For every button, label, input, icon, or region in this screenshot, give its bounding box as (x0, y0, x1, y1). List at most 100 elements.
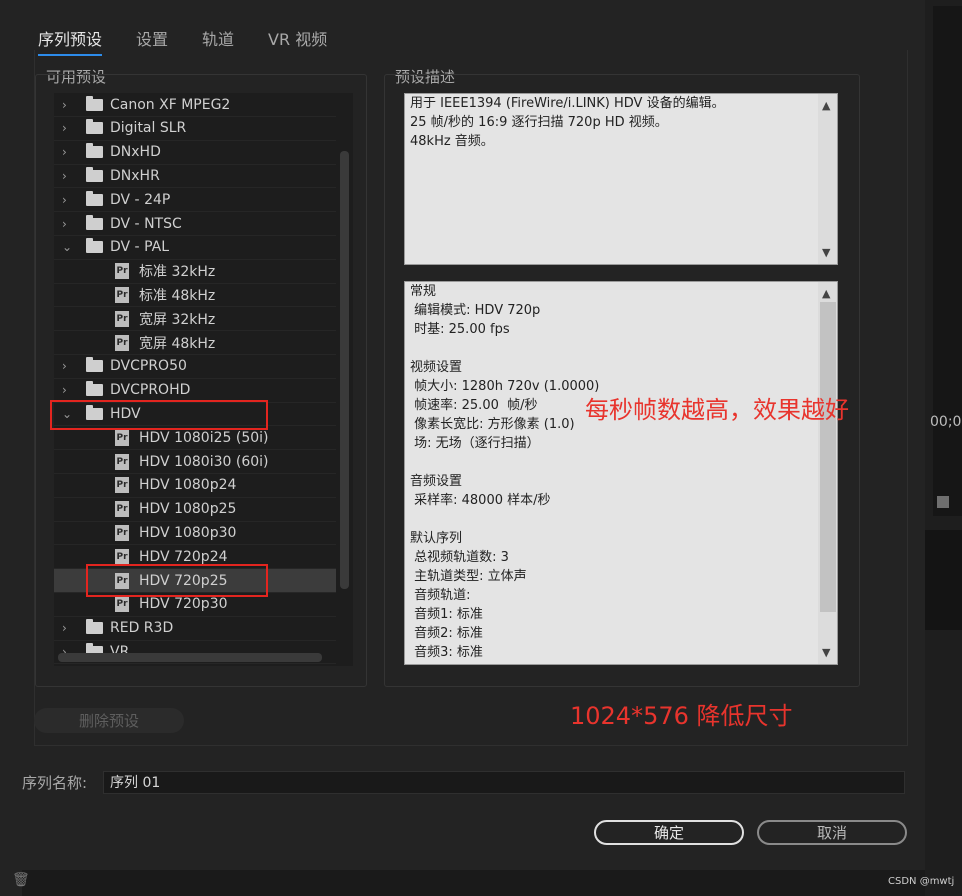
premiere-preset-icon: Pr (115, 429, 129, 446)
details-line: 时基: 25.00 fps (410, 322, 510, 337)
tree-folder-row[interactable]: › RED R3D (54, 617, 336, 641)
chevron-right-icon[interactable]: › (62, 621, 67, 635)
tree-folder-row[interactable]: › DV - 24P (54, 188, 336, 213)
folder-icon (86, 119, 103, 135)
sequence-name-label: 序列名称: (22, 774, 88, 792)
scroll-down-icon[interactable]: ▼ (822, 643, 830, 662)
preset-details-text[interactable]: 常规 编辑模式: HDV 720p 时基: 25.00 fps 视频设置 帧大小:… (404, 281, 838, 665)
details-line (410, 339, 837, 358)
scroll-down-icon[interactable]: ▼ (822, 243, 830, 262)
tree-folder-row[interactable]: ⌄ DV - PAL (54, 236, 336, 260)
chevron-right-icon[interactable]: › (62, 383, 67, 397)
background-panel-top (933, 6, 962, 516)
tree-item-label: RED R3D (110, 620, 174, 637)
scroll-up-icon[interactable]: ▲ (822, 96, 830, 115)
tree-folder-row[interactable]: › DVCPROHD (54, 379, 336, 403)
tree-preset-row[interactable]: Pr HDV 1080p25 (54, 498, 336, 522)
tree-vertical-scrollbar[interactable] (340, 151, 349, 589)
tree-item-label: Digital SLR (110, 120, 187, 137)
details-line: 音频1: 标准 (410, 607, 483, 622)
cancel-button[interactable]: 取消 (757, 820, 907, 845)
details-scrollbar[interactable]: ▲ ▼ (818, 282, 837, 664)
tree-item-label: HDV 1080p30 (139, 524, 237, 541)
tree-folder-row[interactable]: › Digital SLR (54, 117, 336, 141)
chevron-down-icon[interactable]: ⌄ (62, 240, 72, 254)
tree-item-label: HDV 1080i30 (60i) (139, 453, 269, 470)
chevron-right-icon[interactable]: › (62, 98, 67, 112)
tree-item-label: HDV 1080i25 (50i) (139, 429, 269, 446)
tree-preset-row[interactable]: Pr HDV 1080i30 (60i) (54, 450, 336, 474)
tree-preset-row[interactable]: Pr 标准 32kHz (54, 260, 336, 284)
tree-item-label: DV - 24P (110, 191, 171, 208)
tree-folder-row[interactable]: › DV - NTSC (54, 212, 336, 236)
premiere-preset-icon: Pr (115, 453, 129, 470)
premiere-preset-icon: Pr (115, 334, 129, 351)
background-panel-bottom (925, 530, 962, 630)
watermark: CSDN @mwtj (888, 876, 955, 887)
details-line: 音频2: 标准 (410, 626, 483, 641)
folder-icon (86, 381, 103, 397)
details-lines: 常规 编辑模式: HDV 720p 时基: 25.00 fps 视频设置 帧大小:… (410, 282, 837, 662)
background-left-panel (0, 0, 22, 896)
premiere-preset-icon: Pr (115, 501, 129, 518)
highlight-box-hdv (50, 400, 268, 430)
tree-item-label: HDV 720p30 (139, 596, 228, 613)
details-line: 视频设置 (410, 360, 463, 375)
description-line: 用于 IEEE1394 (FireWire/i.LINK) HDV 设备的编辑。 (410, 96, 725, 111)
delete-preset-button[interactable]: 删除预设 (34, 708, 184, 733)
preset-description-text[interactable]: 用于 IEEE1394 (FireWire/i.LINK) HDV 设备的编辑。… (404, 93, 838, 265)
description-line: 48kHz 音频。 (410, 134, 494, 149)
ok-button[interactable]: 确定 (594, 820, 744, 845)
folder-icon (86, 95, 103, 111)
tree-folder-row[interactable]: › DNxHD (54, 141, 336, 165)
tree-item-label: 标准 32kHz (139, 264, 216, 281)
details-line (410, 453, 837, 472)
tree-preset-row[interactable]: Pr HDV 1080p24 (54, 474, 336, 498)
tree-item-label: HDV 1080p25 (139, 501, 237, 518)
tree-preset-row[interactable]: Pr 标准 48kHz (54, 283, 336, 308)
chevron-right-icon[interactable]: › (62, 193, 67, 207)
premiere-preset-icon: Pr (115, 286, 129, 303)
chevron-right-icon[interactable]: › (62, 359, 67, 373)
description-lines: 用于 IEEE1394 (FireWire/i.LINK) HDV 设备的编辑。… (410, 94, 837, 151)
sequence-name-input[interactable]: 序列 01 (103, 771, 905, 794)
chevron-right-icon[interactable]: › (62, 217, 67, 231)
tree-item-label: 宽屏 48kHz (139, 335, 216, 352)
tree-item-label: HDV 720p24 (139, 548, 228, 565)
new-sequence-dialog: 序列预设 设置 轨道 VR 视频 可用预设 › VR › RED R3D Pr HDV 7… (22, 0, 925, 870)
premiere-preset-icon: Pr (115, 263, 129, 280)
tree-item-label: Canon XF MPEG2 (110, 96, 231, 113)
tree-item-label: HDV 1080p24 (139, 477, 237, 494)
tree-folder-row[interactable]: › DNxHR (54, 164, 336, 189)
premiere-preset-icon: Pr (115, 524, 129, 541)
tree-preset-row[interactable]: Pr 宽屏 48kHz (54, 331, 336, 355)
tree-item-label: 标准 48kHz (139, 287, 216, 304)
chevron-right-icon[interactable]: › (62, 121, 67, 135)
trash-icon[interactable]: 🗑 (12, 872, 30, 888)
tree-preset-row[interactable]: Pr HDV 1080p30 (54, 521, 336, 546)
chevron-right-icon[interactable]: › (62, 145, 67, 159)
details-line: 默认序列 (410, 531, 463, 546)
description-scrollbar[interactable]: ▲ ▼ (818, 94, 837, 264)
tree-folder-row[interactable]: › Canon XF MPEG2 (54, 93, 336, 117)
folder-icon (86, 143, 103, 159)
scroll-up-icon[interactable]: ▲ (822, 284, 830, 303)
tree-preset-row[interactable]: Pr 宽屏 32kHz (54, 307, 336, 332)
background-right-panel: 00;0 (925, 0, 962, 896)
background-square-icon (937, 496, 949, 508)
premiere-preset-icon: Pr (115, 477, 129, 494)
tree-folder-row[interactable]: › DVCPRO50 (54, 355, 336, 379)
tree-item-label: DVCPROHD (110, 382, 191, 399)
folder-icon (86, 357, 103, 373)
tree-horizontal-scrollbar[interactable] (58, 653, 322, 662)
chevron-right-icon[interactable]: › (62, 169, 67, 183)
details-scroll-thumb[interactable] (820, 302, 836, 612)
premiere-preset-icon: Pr (115, 548, 129, 565)
folder-icon (86, 238, 103, 254)
folder-icon (86, 166, 103, 182)
details-line: 常规 (410, 284, 437, 299)
highlight-box-720p25 (86, 564, 268, 597)
details-line: 音频3: 标准 (410, 645, 483, 660)
details-line: 主轨道类型: 立体声 (410, 569, 527, 584)
annotation-framerate-note: 每秒帧数越高，效果越好 (585, 396, 849, 424)
